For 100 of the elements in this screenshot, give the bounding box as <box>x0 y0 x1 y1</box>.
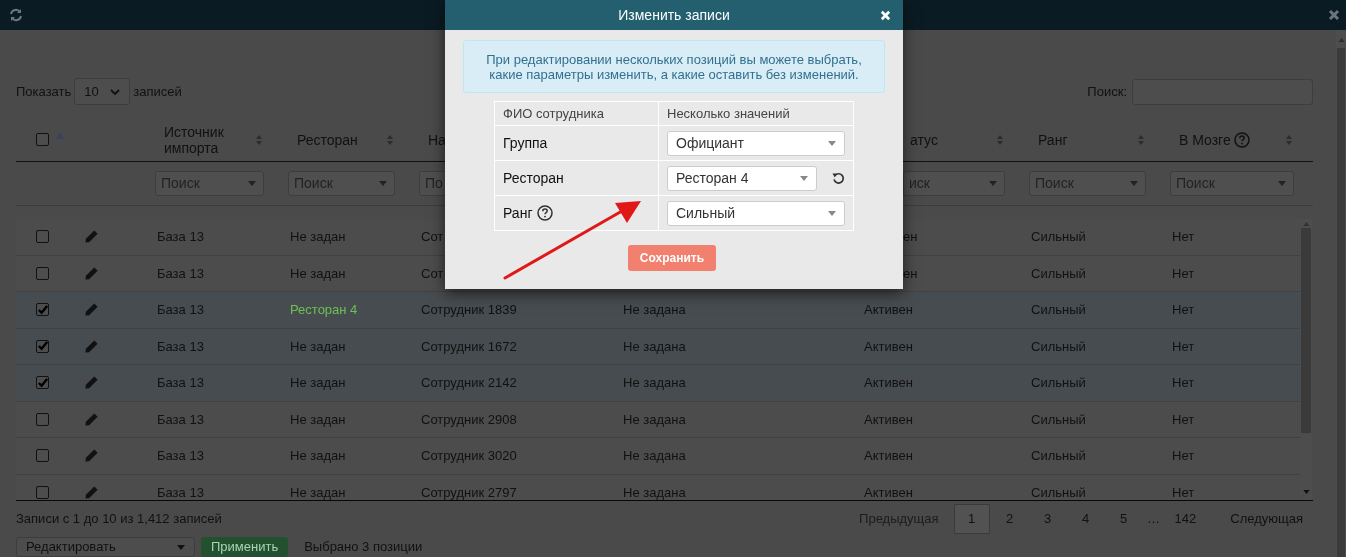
bulk-action-select[interactable]: Редактировать <box>16 537 195 557</box>
table-cell: Активен <box>864 484 913 500</box>
checkbox[interactable] <box>36 485 49 499</box>
value-select[interactable]: Сильный <box>667 200 845 226</box>
column-header[interactable]: Ресторан <box>297 131 358 148</box>
column-header[interactable]: Источник импорта <box>164 123 256 156</box>
table-row[interactable]: База 13 Не задан Сотрудник 1672 Не задана Активен Сильный Нет <box>16 328 1300 365</box>
close-icon[interactable] <box>1328 9 1340 21</box>
search-label: Поиск: <box>1087 82 1127 101</box>
table-cell: Нет <box>1172 484 1195 500</box>
help-icon[interactable] <box>536 205 553 221</box>
checkbox[interactable] <box>36 133 49 146</box>
chevron-down-icon[interactable] <box>110 88 121 95</box>
table-cell: Сотрудник 3020 <box>421 448 517 463</box>
sort-icon[interactable] <box>256 133 262 146</box>
table-cell: База 13 <box>157 448 204 463</box>
table-cell: Нет <box>1172 448 1195 463</box>
table-cell: Нет <box>1172 265 1195 281</box>
table-cell: ен <box>903 229 918 244</box>
undo-icon[interactable] <box>832 171 845 185</box>
next-link[interactable]: Следующая <box>1206 509 1303 529</box>
page-button[interactable]: 5 <box>1105 504 1142 534</box>
table-cell: Сотрудник 2908 <box>421 411 517 427</box>
edit-icon[interactable] <box>84 375 99 391</box>
table-cell: Нет <box>1172 229 1195 244</box>
table-cell: Не задан <box>290 265 346 281</box>
table-cell: Не задан <box>290 448 346 463</box>
sort-icon[interactable] <box>387 133 393 146</box>
table-row[interactable]: База 13 Ресторан 4 Сотрудник 1839 Не задана Активен Сильный Нет <box>16 292 1300 329</box>
table-cell: Сотрудник 2142 <box>421 375 517 390</box>
caret-icon[interactable] <box>1130 181 1138 186</box>
table-cell: Не задана <box>623 411 686 427</box>
table-cell: Активен <box>864 411 913 427</box>
save-button[interactable]: Сохранить <box>627 245 717 271</box>
table-cell: Сильный <box>1031 375 1086 390</box>
page-button[interactable]: 3 <box>1029 504 1066 534</box>
table-header: ФИО сотрудника <box>503 104 604 123</box>
refresh-icon[interactable] <box>9 8 23 22</box>
value-select[interactable]: Официант <box>667 130 845 156</box>
table-cell: Нет <box>1172 375 1195 390</box>
edit-icon[interactable] <box>84 229 99 245</box>
table-cell: ен <box>903 265 918 281</box>
page-button[interactable]: 1 <box>953 504 990 534</box>
checkbox[interactable] <box>36 449 49 463</box>
column-header[interactable]: В Мозге <box>1179 131 1231 148</box>
table-cell: Сотрудник 1839 <box>421 302 517 317</box>
table-cell: Активен <box>864 338 913 354</box>
edit-icon[interactable] <box>84 265 99 281</box>
sort-ascending-icon[interactable] <box>56 132 64 139</box>
edit-icon[interactable] <box>84 302 99 318</box>
sort-icon[interactable] <box>997 133 1003 146</box>
sort-icon[interactable] <box>1286 133 1292 146</box>
checkbox[interactable] <box>36 266 49 280</box>
column-header[interactable]: Ранг <box>1038 131 1068 148</box>
table-cell: База 13 <box>157 229 204 244</box>
page-button[interactable]: 142 <box>1165 504 1206 534</box>
table-cell: База 13 <box>157 302 204 317</box>
table-cell: Сот <box>421 265 444 281</box>
table-cell: Сотрудник 2797 <box>421 484 517 500</box>
table-cell: База 13 <box>157 265 204 281</box>
table-cell: Сильный <box>1031 448 1086 463</box>
table-cell: Нет <box>1172 302 1195 317</box>
table-cell: Сот <box>421 229 444 244</box>
caret-icon[interactable] <box>989 181 997 186</box>
caret-icon[interactable] <box>379 181 387 186</box>
column-header[interactable]: атус <box>910 131 938 148</box>
caret-icon[interactable] <box>828 210 836 216</box>
records-info: Записи с 1 до 10 из 1,412 записей <box>16 510 222 529</box>
edit-icon[interactable] <box>84 411 99 427</box>
scroll-down-icon[interactable] <box>1302 490 1310 494</box>
checkbox[interactable] <box>36 412 49 426</box>
page-button[interactable]: 4 <box>1067 504 1104 534</box>
ellipsis: … <box>1146 510 1162 529</box>
page-button[interactable]: 2 <box>991 504 1028 534</box>
field-label: Группа <box>503 133 548 153</box>
caret-icon[interactable] <box>1278 181 1286 186</box>
value-select[interactable]: Ресторан 4 <box>667 165 817 191</box>
checkbox[interactable] <box>36 303 49 317</box>
page-length-select[interactable]: 10 <box>74 78 131 105</box>
column-header[interactable]: На <box>428 131 446 148</box>
caret-icon[interactable] <box>177 544 185 550</box>
caret-icon[interactable] <box>800 175 808 181</box>
edit-icon[interactable] <box>84 448 99 464</box>
table-header: Несколько значений <box>667 104 790 123</box>
show-label: Показать <box>16 82 72 101</box>
selection-info: Выбрано 3 позиции <box>304 538 423 557</box>
checkbox[interactable] <box>36 230 49 244</box>
table-cell: Не задан <box>290 375 346 390</box>
checkbox[interactable] <box>36 376 49 390</box>
records-label: записей <box>133 82 182 101</box>
table-cell: Сильный <box>1031 338 1086 354</box>
apply-button[interactable]: Применить <box>201 537 289 557</box>
table-row[interactable]: База 13 Не задан Сотрудник 2142 Не задана Активен Сильный Нет <box>16 365 1300 402</box>
sort-icon[interactable] <box>1138 133 1144 146</box>
checkbox[interactable] <box>36 339 49 353</box>
edit-icon[interactable] <box>84 338 99 354</box>
table-cell: Не задана <box>623 338 686 354</box>
caret-icon[interactable] <box>828 140 836 146</box>
caret-icon[interactable] <box>248 181 256 186</box>
edit-icon[interactable] <box>84 484 99 500</box>
